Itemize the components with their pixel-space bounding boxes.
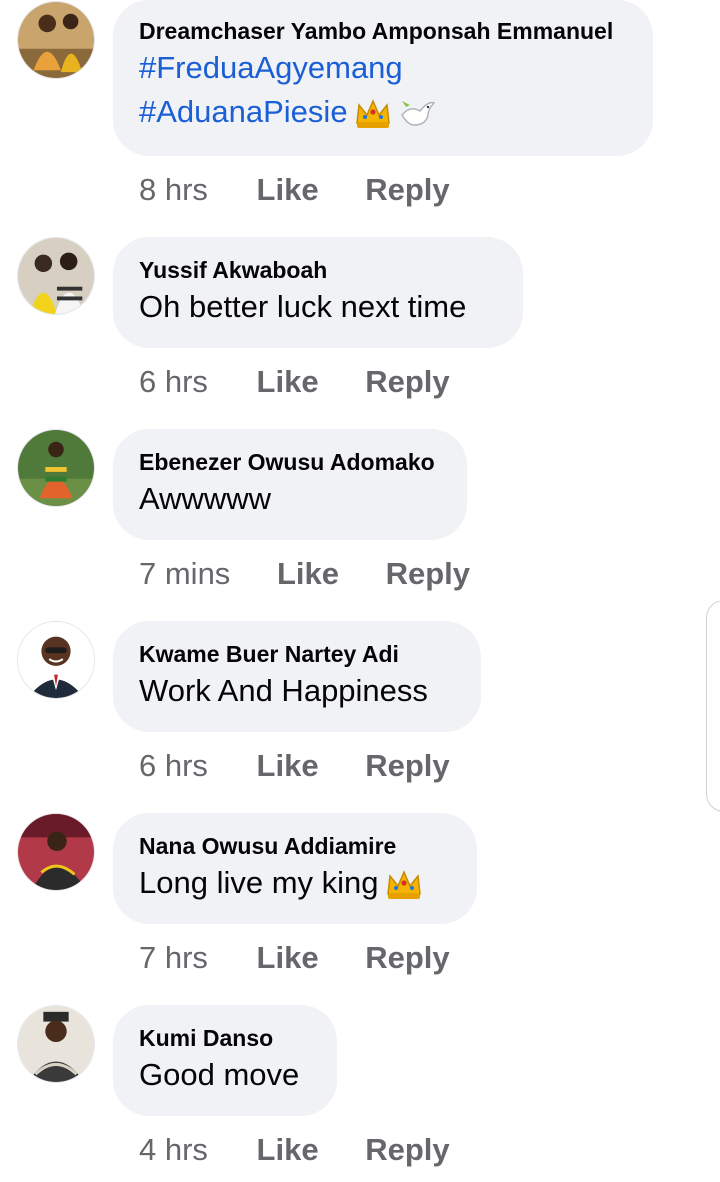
comment-bubble: Kwame Buer Nartey Adi Work And Happiness (113, 621, 481, 732)
avatar-photo-icon (18, 2, 94, 78)
comment-bubble: Kumi Danso Good move (113, 1005, 337, 1116)
comment-timestamp[interactable]: 8 hrs (139, 170, 208, 210)
avatar-photo-icon (18, 814, 94, 890)
comment-author[interactable]: Yussif Akwaboah (139, 255, 497, 285)
like-button[interactable]: Like (257, 362, 319, 402)
reply-button[interactable]: Reply (365, 170, 449, 210)
comment-bubble: Dreamchaser Yambo Amponsah Emmanuel #Fre… (113, 0, 653, 156)
comment-author[interactable]: Dreamchaser Yambo Amponsah Emmanuel (139, 16, 627, 46)
comment-timestamp[interactable]: 6 hrs (139, 746, 208, 786)
comment-actions: 7 mins Like Reply (139, 554, 470, 594)
comment-timestamp[interactable]: 6 hrs (139, 362, 208, 402)
crown-emoji-icon (354, 97, 392, 131)
avatar[interactable] (17, 237, 95, 315)
avatar-photo-icon (18, 238, 94, 314)
avatar-photo-icon (18, 430, 94, 506)
reply-button[interactable]: Reply (365, 938, 449, 978)
comment-timestamp[interactable]: 7 mins (139, 554, 230, 594)
comment-text: #FreduaAgyemang #AduanaPiesie (139, 46, 627, 134)
like-button[interactable]: Like (257, 1130, 319, 1170)
like-button[interactable]: Like (257, 746, 319, 786)
comment-author[interactable]: Kwame Buer Nartey Adi (139, 639, 455, 669)
comment-actions: 4 hrs Like Reply (139, 1130, 450, 1170)
like-button[interactable]: Like (257, 170, 319, 210)
avatar[interactable] (17, 429, 95, 507)
reply-button[interactable]: Reply (386, 554, 470, 594)
comment-text: Good move (139, 1057, 300, 1092)
offscreen-card-edge (706, 600, 720, 812)
comment-timestamp[interactable]: 7 hrs (139, 938, 208, 978)
comment-bubble: Ebenezer Owusu Adomako Awwwww (113, 429, 467, 540)
comment-actions: 7 hrs Like Reply (139, 938, 450, 978)
avatar[interactable] (17, 1005, 95, 1083)
like-button[interactable]: Like (257, 938, 319, 978)
comment-text: Long live my king (139, 861, 451, 905)
hashtag-link[interactable]: #AduanaPiesie (139, 90, 348, 134)
crown-emoji-icon (385, 868, 423, 902)
comment-actions: 8 hrs Like Reply (139, 170, 450, 210)
comment-text: Work And Happiness (139, 673, 428, 708)
comment-bubble: Yussif Akwaboah Oh better luck next time (113, 237, 523, 348)
comment-author[interactable]: Kumi Danso (139, 1023, 311, 1053)
comment-author[interactable]: Nana Owusu Addiamire (139, 831, 451, 861)
reply-button[interactable]: Reply (365, 1130, 449, 1170)
avatar[interactable] (17, 621, 95, 699)
dove-emoji-icon (398, 97, 436, 131)
comment-actions: 6 hrs Like Reply (139, 362, 450, 402)
comment-author[interactable]: Ebenezer Owusu Adomako (139, 447, 441, 477)
reply-button[interactable]: Reply (365, 746, 449, 786)
avatar[interactable] (17, 813, 95, 891)
comment-thread: Dreamchaser Yambo Amponsah Emmanuel #Fre… (0, 0, 720, 1182)
avatar[interactable] (17, 1, 95, 79)
reply-button[interactable]: Reply (365, 362, 449, 402)
avatar-photo-icon (18, 622, 94, 698)
hashtag-link[interactable]: #FreduaAgyemang (139, 46, 627, 90)
comment-timestamp[interactable]: 4 hrs (139, 1130, 208, 1170)
like-button[interactable]: Like (277, 554, 339, 594)
comment-actions: 6 hrs Like Reply (139, 746, 450, 786)
avatar-photo-icon (18, 1006, 94, 1082)
comment-bubble: Nana Owusu Addiamire Long live my king (113, 813, 477, 924)
comment-text: Awwwww (139, 481, 272, 516)
comment-text: Oh better luck next time (139, 289, 467, 324)
